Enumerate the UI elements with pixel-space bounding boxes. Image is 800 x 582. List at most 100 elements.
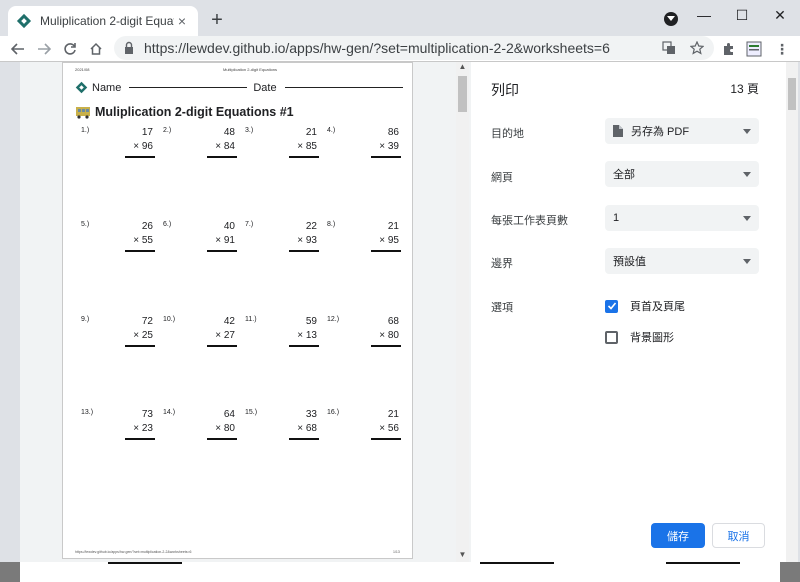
page-header-date: 2021/08	[75, 67, 90, 72]
problem-multiplier: × 56	[379, 423, 399, 434]
problem-item: 2.) 48 × 84	[163, 127, 243, 167]
options-label: 選項	[491, 302, 513, 314]
chevron-down-icon	[743, 258, 751, 264]
reload-button[interactable]	[60, 39, 80, 59]
page-count: 13 頁	[730, 82, 759, 96]
headers-footers-option[interactable]: 頁首及頁尾	[605, 298, 685, 314]
background-answer-line	[108, 562, 182, 564]
new-tab-button[interactable]: +	[206, 10, 228, 32]
home-button[interactable]	[86, 39, 106, 59]
translate-icon[interactable]	[660, 39, 678, 57]
page-scrollbar-thumb[interactable]	[788, 78, 796, 110]
tab-title: Muliplication 2-digit Equations	[40, 14, 174, 28]
background-page	[20, 562, 780, 582]
answer-line	[207, 345, 237, 347]
maximize-button[interactable]: ☐	[724, 0, 760, 30]
headers-footers-checkbox[interactable]	[605, 299, 618, 313]
cancel-button[interactable]: 取消	[712, 523, 765, 548]
background-answer-line	[666, 562, 740, 564]
name-date-line: Name Date	[75, 81, 403, 94]
problem-multiplicand: 72	[141, 316, 153, 327]
print-settings-panel: 列印 13 頁 目的地 另存為 PDF 網頁 全部 每張工作表頁數 1 邊界 預…	[471, 62, 792, 562]
answer-line	[125, 250, 155, 252]
minimize-button[interactable]: —	[686, 0, 722, 30]
problem-number: 10.)	[163, 316, 176, 323]
problem-number: 8.)	[327, 221, 336, 228]
bookmark-star-icon[interactable]	[688, 39, 706, 57]
answer-line	[207, 250, 237, 252]
worksheet-title: Muliplication 2-digit Equations #1	[75, 105, 294, 119]
address-bar[interactable]: https://lewdev.github.io/apps/hw-gen/?se…	[114, 36, 714, 60]
worksheet-logo-icon	[75, 81, 88, 94]
close-window-button[interactable]: ✕	[762, 0, 798, 30]
problem-number: 3.)	[245, 127, 254, 134]
answer-line	[125, 156, 155, 158]
problem-multiplicand: 17	[141, 127, 153, 138]
problem-multiplicand: 21	[387, 221, 399, 232]
date-label: Date	[253, 81, 277, 94]
answer-line	[289, 345, 319, 347]
print-dialog: 2021/08 Multiplication 2-digit Equations…	[20, 62, 792, 562]
date-underline	[284, 87, 403, 88]
problem-item: 14.) 64 × 80	[163, 409, 243, 449]
page-header-title: Multiplication 2-digit Equations	[223, 67, 278, 72]
problem-multiplier: × 80	[379, 330, 399, 341]
tab-strip: Muliplication 2-digit Equations × + — ☐ …	[0, 0, 800, 36]
destination-value: 另存為 PDF	[631, 126, 690, 138]
problem-multiplier: × 84	[215, 141, 235, 152]
problem-multiplier: × 23	[133, 423, 153, 434]
profile-avatar[interactable]	[744, 39, 764, 59]
diamond-logo-icon	[16, 13, 32, 29]
destination-select[interactable]: 另存為 PDF	[605, 118, 759, 144]
background-graphics-option[interactable]: 背景圖形	[605, 329, 674, 345]
problem-multiplicand: 21	[305, 127, 317, 138]
answer-line	[289, 156, 319, 158]
menu-kebab-icon[interactable]: ⋮	[772, 39, 792, 59]
problem-number: 14.)	[163, 409, 176, 416]
extensions-button[interactable]	[718, 39, 738, 59]
background-graphics-checkbox[interactable]	[605, 330, 618, 344]
back-button[interactable]	[8, 39, 28, 59]
pages-value: 全部	[613, 169, 635, 181]
answer-line	[207, 438, 237, 440]
answer-line	[371, 250, 401, 252]
problem-number: 5.)	[81, 221, 90, 228]
answer-line	[125, 438, 155, 440]
problem-multiplicand: 26	[141, 221, 153, 232]
problem-number: 11.)	[245, 316, 257, 323]
lock-icon[interactable]	[122, 41, 136, 55]
problem-number: 12.)	[327, 316, 340, 323]
problem-item: 7.) 22 × 93	[245, 221, 325, 261]
school-bus-icon	[76, 107, 90, 119]
answer-line	[289, 250, 319, 252]
url-text[interactable]: https://lewdev.github.io/apps/hw-gen/?se…	[144, 40, 650, 56]
profile-menu-icon[interactable]	[664, 12, 678, 26]
preview-page: 2021/08 Multiplication 2-digit Equations…	[62, 62, 413, 559]
page-scrollbar[interactable]	[786, 62, 798, 562]
home-icon	[90, 42, 102, 55]
problem-multiplicand: 40	[223, 221, 235, 232]
scroll-down-arrow-icon[interactable]: ▼	[456, 550, 469, 562]
answer-line	[371, 345, 401, 347]
browser-tab[interactable]: Muliplication 2-digit Equations ×	[8, 6, 198, 36]
problem-item: 5.) 26 × 55	[81, 221, 161, 261]
preview-scrollbar[interactable]: ▲ ▼	[456, 62, 469, 562]
save-button[interactable]: 儲存	[651, 523, 705, 548]
problem-number: 2.)	[163, 127, 172, 134]
page-footer-url: https://lewdev.github.io/apps/hw-gen/?se…	[75, 550, 192, 554]
problem-item: 15.) 33 × 68	[245, 409, 325, 449]
forward-button[interactable]	[34, 39, 54, 59]
tab-close-icon[interactable]: ×	[174, 13, 190, 29]
answer-line	[289, 438, 319, 440]
problem-item: 11.) 59 × 13	[245, 316, 325, 356]
problem-multiplicand: 86	[387, 127, 399, 138]
problem-number: 9.)	[81, 316, 90, 323]
problem-multiplier: × 27	[215, 330, 235, 341]
print-preview: 2021/08 Multiplication 2-digit Equations…	[20, 62, 471, 562]
problem-item: 13.) 73 × 23	[81, 409, 161, 449]
margins-select[interactable]: 預設值	[605, 248, 759, 274]
per-sheet-select[interactable]: 1	[605, 205, 759, 231]
scrollbar-thumb[interactable]	[458, 76, 467, 112]
pages-select[interactable]: 全部	[605, 161, 759, 187]
scroll-up-arrow-icon[interactable]: ▲	[456, 62, 469, 74]
